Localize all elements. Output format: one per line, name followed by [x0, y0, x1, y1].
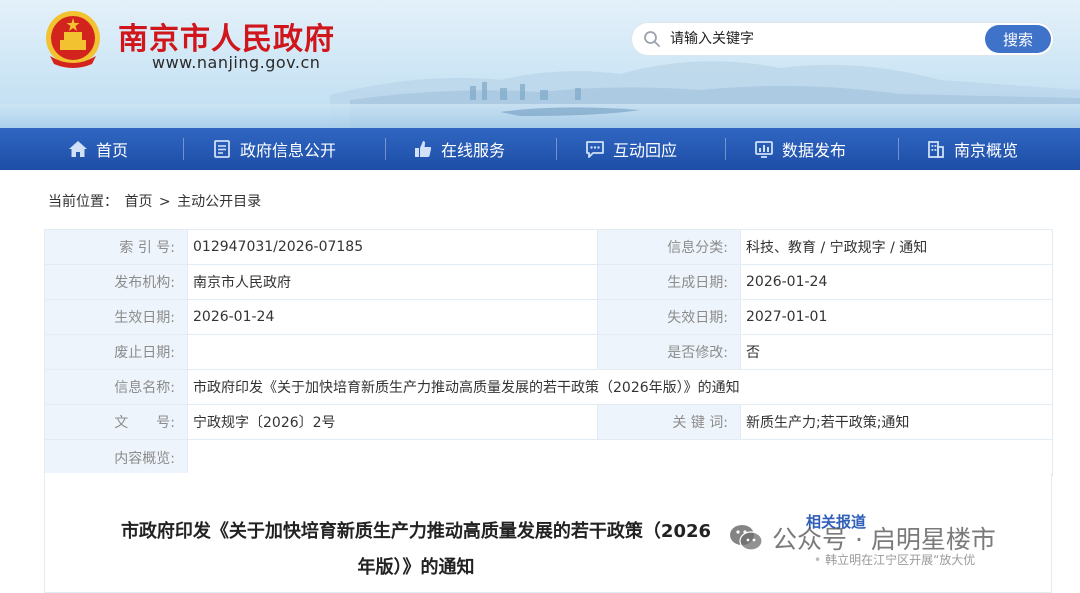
- info-name-label: 信息名称:: [44, 369, 188, 405]
- bar-chart-icon: [755, 141, 773, 158]
- effective-date-value: 2026-01-24: [187, 299, 598, 335]
- nav-label-online-service: 在线服务: [441, 141, 506, 160]
- category-value: 科技、教育 / 宁政规字 / 通知: [740, 229, 1053, 265]
- keywords-value: 新质生产力;若干政策;通知: [740, 404, 1053, 440]
- site-header: 南京市人民政府 www.nanjing.gov.cn 搜索: [0, 0, 1080, 128]
- document-icon: [214, 140, 230, 158]
- repeal-date-label: 废止日期:: [44, 334, 188, 370]
- article-title: 市政府印发《关于加快培育新质生产力推动高质量发展的若干政策（2026 年版）》的…: [110, 514, 722, 586]
- wechat-watermark: 公众号 · 启明星楼市: [728, 520, 996, 556]
- nav-divider: [385, 138, 386, 160]
- nav-label-gov-info: 政府信息公开: [240, 141, 337, 160]
- wechat-icon: [730, 525, 763, 551]
- nav-item-data-release[interactable]: 数据发布: [754, 128, 846, 170]
- table-row: 内容概览:: [44, 439, 1053, 476]
- nav-item-home[interactable]: 首页: [68, 128, 128, 170]
- effective-date-label: 生效日期:: [44, 299, 188, 335]
- summary-label: 内容概览:: [44, 439, 188, 476]
- nav-label-home: 首页: [96, 141, 129, 160]
- search-input[interactable]: [670, 25, 980, 53]
- watermark-text: 公众号 · 启明星楼市: [772, 525, 996, 554]
- breadcrumb-separator: >: [158, 194, 171, 210]
- nav-item-nanjing-overview[interactable]: 南京概览: [926, 128, 1018, 170]
- category-label: 信息分类:: [597, 229, 741, 265]
- nav-divider: [898, 138, 899, 160]
- expiry-date-label: 失效日期:: [597, 299, 741, 335]
- table-row: 文 号: 宁政规字〔2026〕2号 关 键 词: 新质生产力;若干政策;通知: [44, 404, 1053, 440]
- home-icon: [69, 141, 87, 157]
- nav-item-online-service[interactable]: 在线服务: [413, 128, 505, 170]
- table-row: 信息名称: 市政府印发《关于加快培育新质生产力推动高质量发展的若干政策（2026…: [44, 369, 1053, 405]
- nav-item-gov-info[interactable]: 政府信息公开: [212, 128, 336, 170]
- created-date-value: 2026-01-24: [740, 264, 1053, 300]
- site-url[interactable]: www.nanjing.gov.cn: [152, 53, 320, 72]
- breadcrumb: 当前位置： 首页 > 主动公开目录: [48, 191, 263, 211]
- publisher-label: 发布机构:: [44, 264, 188, 300]
- nav-divider: [556, 138, 557, 160]
- table-row: 索 引 号: 012947031/2026-07185 信息分类: 科技、教育 …: [44, 229, 1053, 265]
- nav-label-interaction: 互动回应: [613, 141, 678, 160]
- doc-no-value: 宁政规字〔2026〕2号: [187, 404, 598, 440]
- nav-label-nanjing-overview: 南京概览: [954, 141, 1019, 160]
- doc-no-label: 文 号:: [44, 404, 188, 440]
- summary-value: [187, 439, 1053, 476]
- article-title-line-1: 市政府印发《关于加快培育新质生产力推动高质量发展的若干政策（2026: [120, 521, 712, 542]
- search-icon: [644, 31, 660, 47]
- info-name-value: 市政府印发《关于加快培育新质生产力推动高质量发展的若干政策（2026年版）》的通…: [187, 369, 1053, 405]
- search-button[interactable]: 搜索: [985, 25, 1051, 53]
- nav-divider: [183, 138, 184, 160]
- index-no-value: 012947031/2026-07185: [187, 229, 598, 265]
- expiry-date-value: 2027-01-01: [740, 299, 1053, 335]
- info-metadata-table: 索 引 号: 012947031/2026-07185 信息分类: 科技、教育 …: [44, 229, 1053, 476]
- nav-divider: [725, 138, 726, 160]
- keywords-label: 关 键 词:: [597, 404, 741, 440]
- publisher-value: 南京市人民政府: [187, 264, 598, 300]
- table-row: 生效日期: 2026-01-24 失效日期: 2027-01-01: [44, 299, 1053, 335]
- breadcrumb-home[interactable]: 首页: [124, 194, 152, 210]
- nav-label-data-release: 数据发布: [782, 141, 847, 160]
- created-date-label: 生成日期:: [597, 264, 741, 300]
- chat-icon: [586, 141, 604, 158]
- table-row: 发布机构: 南京市人民政府 生成日期: 2026-01-24: [44, 264, 1053, 300]
- index-no-label: 索 引 号:: [44, 229, 188, 265]
- nav-item-interaction[interactable]: 互动回应: [585, 128, 677, 170]
- national-emblem-icon: [46, 11, 100, 68]
- table-row: 废止日期: 是否修改: 否: [44, 334, 1053, 370]
- repeal-date-value: [187, 334, 598, 370]
- breadcrumb-prefix: 当前位置：: [48, 194, 118, 210]
- modified-label: 是否修改:: [597, 334, 741, 370]
- article-title-line-2: 年版）》的通知: [357, 557, 475, 578]
- site-title[interactable]: 南京市人民政府: [118, 14, 335, 58]
- breadcrumb-catalog[interactable]: 主动公开目录: [177, 194, 261, 210]
- main-nav: 首页 政府信息公开 在线服务 互动回应 数据发布 南京概览: [0, 128, 1080, 170]
- building-icon: [928, 141, 944, 158]
- thumbs-up-icon: [415, 141, 432, 157]
- modified-value: 否: [740, 334, 1053, 370]
